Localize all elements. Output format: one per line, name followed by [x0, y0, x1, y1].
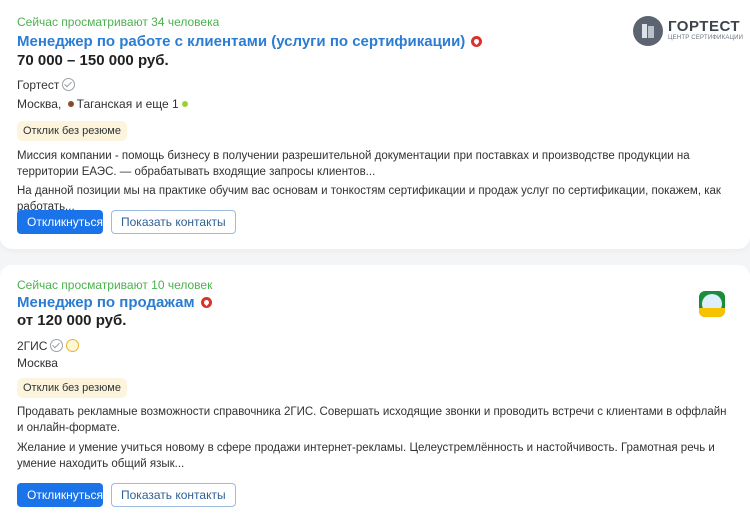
logo-name: ГОРТЕСТ — [668, 18, 741, 35]
no-resume-badge: Отклик без резюме — [17, 378, 127, 398]
company-link[interactable]: Гортест — [17, 78, 76, 92]
no-resume-badge: Отклик без резюме — [17, 121, 127, 141]
vacancy-title[interactable]: Менеджер по продажам — [17, 294, 195, 311]
fire-icon — [200, 297, 212, 308]
show-contacts-button[interactable]: Показать контакты — [111, 210, 236, 234]
fire-icon — [471, 36, 483, 47]
city: Москва — [17, 356, 58, 370]
vacancy-requirements: Желание и умение учиться новому в сфере … — [17, 442, 715, 470]
metro-dot-icon — [181, 101, 188, 107]
salary: от 120 000 руб. — [17, 312, 127, 329]
metro-dot-icon — [67, 101, 74, 107]
logo-subtitle: ЦЕНТР СЕРТИФИКАЦИИ — [668, 35, 744, 41]
verified-check-icon — [50, 339, 64, 352]
company-logo[interactable]: ГОРТЕСТ ЦЕНТР СЕРТИФИКАЦИИ — [633, 16, 743, 46]
salary: 70 000 – 150 000 руб. — [17, 52, 169, 69]
viewers-count: Сейчас просматривают 10 человек — [17, 278, 213, 292]
show-contacts-button[interactable]: Показать контакты — [111, 483, 236, 507]
vacancy-title[interactable]: Менеджер по работе с клиентами (услуги п… — [17, 33, 465, 50]
metro-station: Таганская — [76, 97, 133, 111]
2gis-logo-icon[interactable] — [699, 291, 725, 317]
company-name[interactable]: 2ГИС — [17, 339, 47, 353]
metro-more: и еще 1 — [135, 97, 179, 111]
vacancy-description: Миссия компании - помощь бизнесу в получ… — [17, 150, 690, 178]
respond-button[interactable]: Откликнуться — [17, 210, 103, 234]
city: Москва, — [17, 97, 62, 111]
coin-icon — [66, 339, 80, 352]
company-link[interactable]: 2ГИС — [17, 339, 80, 353]
company-name[interactable]: Гортест — [17, 78, 59, 92]
vacancy-title-link[interactable]: Менеджер по продажам — [17, 294, 212, 311]
gortest-logo-icon — [633, 16, 663, 46]
location: Москва, Таганская и еще 1 — [17, 97, 191, 111]
respond-button[interactable]: Откликнуться — [17, 483, 103, 507]
verified-check-icon — [62, 78, 76, 91]
viewers-count: Сейчас просматривают 34 человека — [17, 15, 220, 29]
vacancy-card: Сейчас просматривают 10 человек Менеджер… — [0, 265, 750, 520]
vacancy-description: Продавать рекламные возможности справочн… — [17, 406, 727, 434]
vacancy-title-link[interactable]: Менеджер по работе с клиентами (услуги п… — [17, 33, 483, 50]
vacancy-card: Сейчас просматривают 34 человека Менедже… — [0, 0, 750, 249]
